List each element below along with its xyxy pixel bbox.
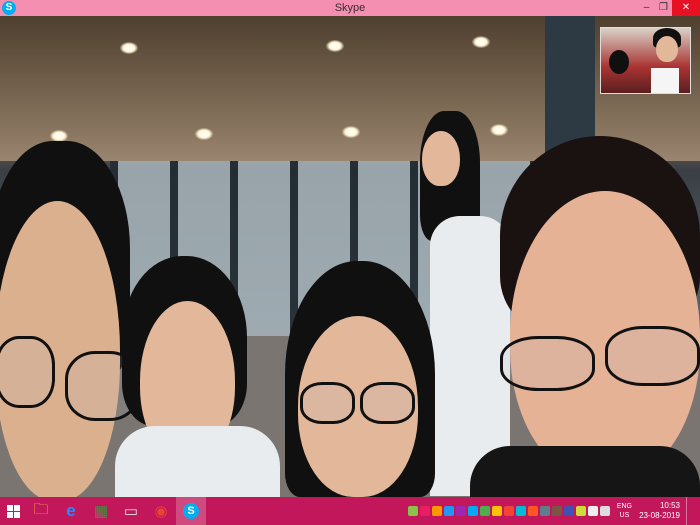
ceiling-light: [472, 36, 490, 48]
tray-app-icon[interactable]: [443, 506, 454, 516]
tray-app-icon[interactable]: [455, 506, 466, 516]
tray-app-icon[interactable]: [527, 506, 538, 516]
clock-date: 23-08-2019: [639, 511, 680, 520]
maximize-button[interactable]: ❐: [655, 0, 672, 16]
tray-app-icon[interactable]: [515, 506, 526, 516]
skype-logo-icon: S: [2, 1, 16, 15]
minimize-button[interactable]: –: [638, 0, 655, 16]
tray-app-icon[interactable]: [539, 506, 550, 516]
skype-icon: S: [183, 503, 199, 519]
tray-app-icon[interactable]: [563, 506, 574, 516]
chrome-icon: ◉: [154, 503, 168, 520]
ceiling-light: [326, 40, 344, 52]
clock[interactable]: 10:53 23-08-2019: [638, 501, 680, 521]
window-title: Skype: [334, 2, 366, 14]
tray-app-icon[interactable]: [575, 506, 586, 516]
store-icon: ▦: [93, 503, 109, 520]
file-explorer-button[interactable]: 🗀: [26, 497, 56, 525]
ceiling-light: [195, 128, 213, 140]
window-controls: – ❐ ✕: [638, 0, 700, 16]
tray-app-icon[interactable]: [479, 506, 490, 516]
ceiling-light: [120, 42, 138, 54]
tray-app-icon[interactable]: [551, 506, 562, 516]
show-desktop-button[interactable]: [686, 497, 700, 525]
internet-explorer-button[interactable]: e: [56, 497, 86, 525]
language-indicator[interactable]: ENG US: [617, 502, 632, 520]
tray-app-icon[interactable]: [431, 506, 442, 516]
clock-time: 10:53: [659, 501, 680, 510]
close-button[interactable]: ✕: [672, 0, 700, 16]
title-bar: S Skype – ❐ ✕: [0, 0, 700, 16]
volume-icon[interactable]: [599, 506, 610, 516]
monitor-icon: ▭: [123, 503, 139, 520]
chrome-button[interactable]: ◉: [146, 497, 176, 525]
remote-video-feed[interactable]: [0, 16, 700, 497]
network-icon[interactable]: [587, 506, 598, 516]
tray-app-icon[interactable]: [407, 506, 418, 516]
internet-explorer-icon: e: [66, 501, 76, 520]
ceiling-light: [342, 126, 360, 138]
self-view-thumbnail[interactable]: [600, 27, 691, 94]
system-tray: ENG US 10:53 23-08-2019: [407, 497, 700, 525]
store-button[interactable]: ▦: [86, 497, 116, 525]
tray-app-icon[interactable]: [491, 506, 502, 516]
tray-app-icon[interactable]: [467, 506, 478, 516]
windows-icon: [6, 504, 20, 518]
tray-app-icon[interactable]: [419, 506, 430, 516]
taskbar: 🗀 e ▦ ▭ ◉ S ENG US 10:53 23-08-2019: [0, 497, 700, 525]
monitor-button[interactable]: ▭: [116, 497, 146, 525]
file-explorer-icon: 🗀: [33, 500, 49, 518]
tray-app-icon[interactable]: [503, 506, 514, 516]
start-button[interactable]: [0, 497, 26, 525]
skype-taskbar-button[interactable]: S: [176, 497, 206, 525]
ceiling-light: [490, 124, 508, 136]
